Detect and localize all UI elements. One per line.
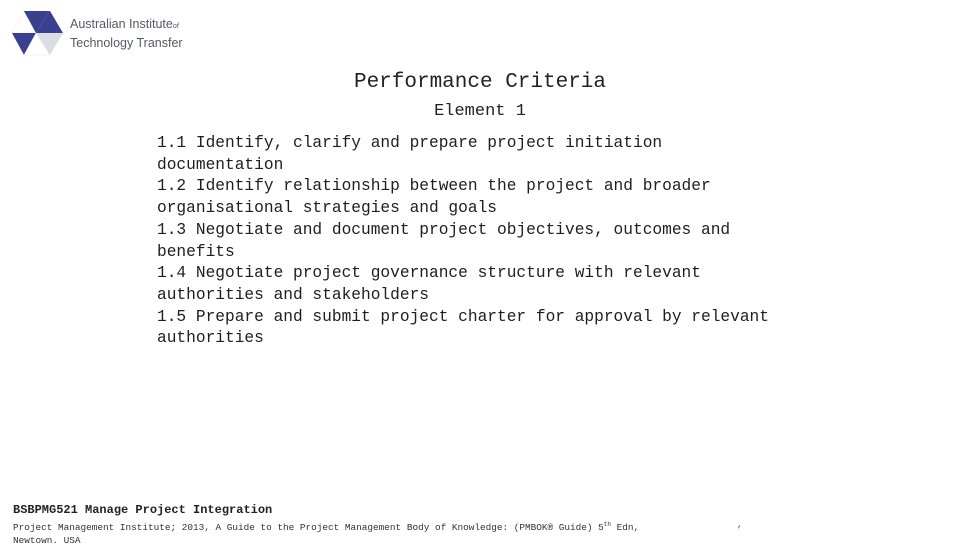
citation-superscript: th [604, 521, 611, 528]
criteria-list: 1.1 Identify, clarify and prepare projec… [157, 133, 857, 350]
footer-course-title: BSBPMG521 Manage Project Integration [13, 503, 272, 517]
logo-of: of [173, 23, 179, 30]
criteria-line: 1.5 Prepare and submit project charter f… [157, 307, 857, 329]
citation-line-1-suffix: Edn, [611, 522, 639, 533]
criteria-line: 1.2 Identify relationship between the pr… [157, 176, 857, 198]
criteria-line: documentation [157, 155, 857, 177]
footer-citation: Project Management Institute; 2013, A Gu… [13, 519, 639, 547]
criteria-line: 1.1 Identify, clarify and prepare projec… [157, 133, 857, 155]
criteria-line: authorities and stakeholders [157, 285, 857, 307]
citation-line-2: Newtown. USA [13, 535, 639, 547]
company-logo: Australian Instituteof Technology Transf… [10, 9, 182, 57]
logo-hexagon-icon [10, 9, 66, 57]
criteria-line: authorities [157, 328, 857, 350]
criteria-line: 1.4 Negotiate project governance structu… [157, 263, 857, 285]
logo-line-2: Technology Transfer [70, 35, 183, 51]
slide-subtitle: Element 1 [0, 102, 960, 121]
footer-trailing-mark: , [737, 520, 742, 530]
criteria-line: benefits [157, 242, 857, 264]
criteria-line: 1.3 Negotiate and document project objec… [157, 220, 857, 242]
citation-line-1: Project Management Institute; 2013, A Gu… [13, 522, 604, 533]
slide-title: Performance Criteria [0, 71, 960, 94]
criteria-line: organisational strategies and goals [157, 198, 857, 220]
logo-line-1: Australian Institute [70, 17, 173, 31]
logo-wordmark: Australian Instituteof Technology Transf… [70, 16, 183, 51]
